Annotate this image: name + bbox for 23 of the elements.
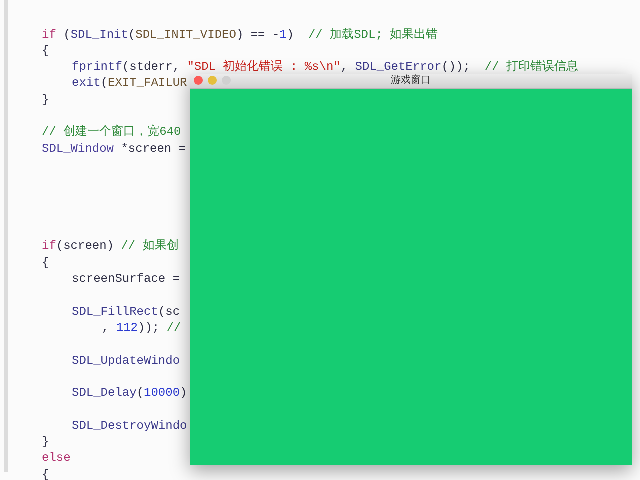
code-line: SDL_UpdateWindo xyxy=(71,352,180,369)
minimize-button[interactable] xyxy=(208,76,217,85)
code-line: // 创建一个窗口，宽640 xyxy=(42,124,182,141)
code-line: } xyxy=(42,434,50,450)
code-line: { xyxy=(42,466,50,480)
code-line: { xyxy=(42,254,50,272)
close-button[interactable] xyxy=(194,76,203,85)
code-line: if (SDL_Init(SDL_INIT_VIDEO) == -1) // 加载SDL; 如果出错 xyxy=(42,26,438,43)
code-line: SDL_Delay(10000) xyxy=(71,385,188,402)
code-line: fprintf(stderr, "SDL 初始化错误 : %s\n", SDL_GetError()); // 打印错误信息 xyxy=(71,59,579,74)
code-line: , 112)); // xyxy=(101,320,182,336)
code-line: SDL_FillRect(sc xyxy=(71,304,180,320)
zoom-button[interactable] xyxy=(222,76,231,85)
code-line: SDL_DestroyWindo xyxy=(71,418,188,434)
window-title: 游戏窗口 xyxy=(391,75,431,87)
code-line: } xyxy=(42,92,50,108)
code-line: SDL_Window *screen = xyxy=(42,140,186,157)
code-line: if(screen) // 如果创 xyxy=(42,238,179,255)
code-line: else xyxy=(42,450,71,467)
code-line: screenSurface = xyxy=(71,271,180,288)
code-line: exit(EXIT_FAILUR xyxy=(71,75,188,92)
window-titlebar[interactable]: 游戏窗口 xyxy=(190,74,632,89)
code-line: { xyxy=(42,42,50,60)
